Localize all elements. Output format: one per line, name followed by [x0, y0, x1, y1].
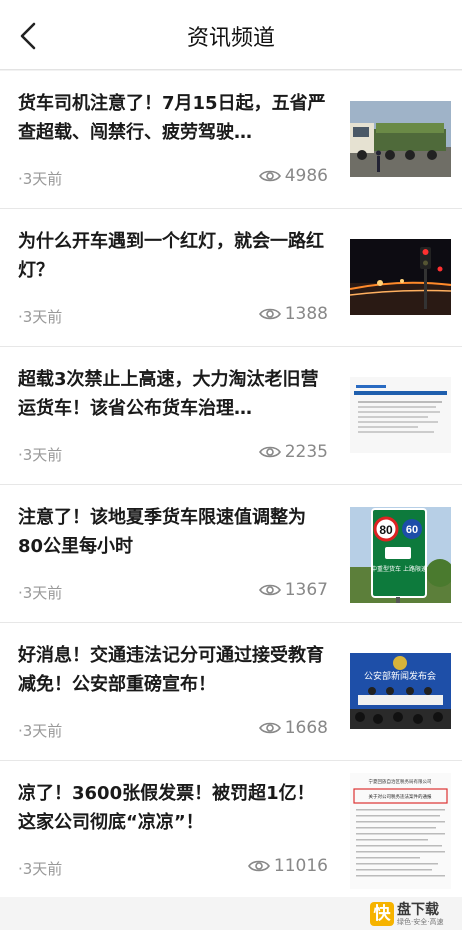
eye-icon [258, 722, 281, 734]
news-time: ·3天前 [18, 446, 63, 464]
nav-bar: 资讯频道 [0, 0, 462, 70]
eye-icon [258, 170, 281, 182]
view-count-value: 1668 [284, 718, 328, 738]
news-thumbnail-truck [350, 101, 451, 177]
news-title: 超载3次禁止上高速，大力淘汰老旧营运货车！该省公布货车治理… [18, 369, 319, 419]
news-thumbnail-webpage [350, 377, 451, 453]
eye-icon [247, 860, 270, 872]
news-time: ·3天前 [18, 584, 63, 602]
view-count: 1367 [258, 580, 328, 600]
news-thumbnail-speed-sign: 80 60 中重型货车 上路限速 [350, 507, 451, 603]
news-title: 凉了！3600张假发票！被罚超1亿！这家公司彻底“凉凉”！ [18, 783, 315, 833]
view-count-value: 2235 [284, 442, 328, 462]
news-time: ·3天前 [18, 722, 63, 740]
news-title: 货车司机注意了！7月15日起，五省严查超载、闯禁行、疲劳驾驶… [18, 93, 326, 143]
view-count: 1388 [258, 304, 328, 324]
view-count: 2235 [258, 442, 328, 462]
view-count-value: 1367 [284, 580, 328, 600]
sign-speed-right: 60 [406, 524, 418, 536]
sign-speed-left: 80 [379, 523, 393, 537]
news-thumbnail-press-conference: 公安部新闻发布会 [350, 653, 451, 729]
news-title: 好消息！交通违法记分可通过接受教育减免！公安部重磅宣布！ [18, 645, 324, 695]
news-title: 为什么开车遇到一个红灯，就会一路红灯？ [18, 231, 324, 281]
view-count-value: 4986 [284, 166, 328, 186]
eye-icon [258, 446, 281, 458]
eye-icon [258, 308, 281, 320]
news-time: ·3天前 [18, 860, 63, 878]
logo-subtitle: 绿色·安全·高速 [397, 917, 444, 926]
doc-line2: 关于对公司税务违法案件的通报 [369, 793, 432, 800]
view-count-value: 11016 [273, 856, 328, 876]
page-title: 资讯频道 [186, 26, 275, 51]
eye-icon [258, 584, 281, 596]
news-title: 注意了！该地夏季货车限速值调整为80公里每小时 [18, 507, 306, 557]
news-item[interactable]: 注意了！该地夏季货车限速值调整为80公里每小时 ·3天前 1367 80 60 … [0, 485, 462, 623]
press-banner: 公安部新闻发布会 [364, 670, 436, 682]
view-count-value: 1388 [284, 304, 328, 324]
logo-name: 盘下载 [397, 901, 439, 918]
logo-mark: 快 [370, 902, 394, 926]
news-item[interactable]: 超载3次禁止上高速，大力淘汰老旧营运货车！该省公布货车治理… ·3天前 2235 [0, 347, 462, 485]
news-item[interactable]: 为什么开车遇到一个红灯，就会一路红灯？ ·3天前 1388 [0, 209, 462, 347]
view-count: 4986 [258, 166, 328, 186]
news-item[interactable]: 好消息！交通违法记分可通过接受教育减免！公安部重磅宣布！ ·3天前 1668 公… [0, 623, 462, 761]
sign-caption: 中重型货车 上路限速 [371, 565, 427, 573]
news-time: ·3天前 [18, 170, 63, 188]
news-time: ·3天前 [18, 308, 63, 326]
news-item[interactable]: 凉了！3600张假发票！被罚超1亿！这家公司彻底“凉凉”！ ·3天前 11016… [0, 761, 462, 899]
watermark-logo: 快 盘下载 绿色·安全·高速 [370, 900, 456, 928]
news-list: 货车司机注意了！7月15日起，五省严查超载、闯禁行、疲劳驾驶… ·3天前 498… [0, 71, 462, 899]
view-count: 1668 [258, 718, 328, 738]
doc-line1: 宁夏回族自治区税务局有限公司 [369, 778, 432, 785]
news-thumbnail-traffic-light [350, 239, 451, 315]
news-thumbnail-document: 宁夏回族自治区税务局有限公司 关于对公司税务违法案件的通报 [350, 773, 451, 889]
news-item[interactable]: 货车司机注意了！7月15日起，五省严查超载、闯禁行、疲劳驾驶… ·3天前 498… [0, 71, 462, 209]
view-count: 11016 [247, 856, 328, 876]
